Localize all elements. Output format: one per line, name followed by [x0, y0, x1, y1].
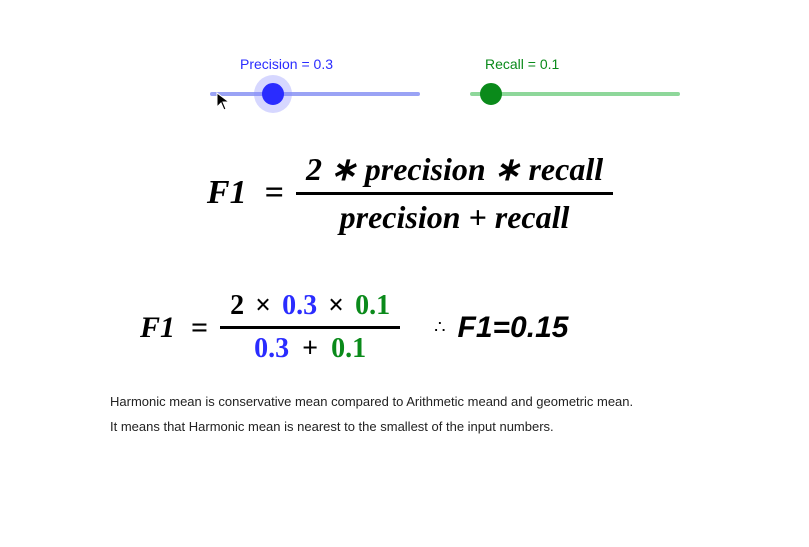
sliders-row: Precision = 0.3 Recall = 0.1: [210, 60, 680, 120]
sub-recall-den: 0.1: [331, 333, 366, 364]
f1-substitution: F1 = 2 × 0.3 × 0.1 0.3 + 0.1 ∴ F1=0.15: [140, 290, 700, 365]
recall-slider[interactable]: Recall = 0.1: [470, 60, 680, 120]
f1-result: F1=0.15: [458, 311, 569, 345]
precision-slider-label: Precision = 0.3: [240, 56, 333, 72]
sub-lhs: F1: [140, 311, 175, 345]
therefore-symbol: ∴: [434, 317, 445, 338]
f1-formula: F1 = 2 ∗ precision ∗ recall precision + …: [130, 150, 690, 236]
sub-fraction: 2 × 0.3 × 0.1 0.3 + 0.1: [220, 290, 400, 365]
formula-equals: =: [265, 174, 284, 212]
formula-lhs: F1: [207, 174, 247, 212]
sub-numerator: 2 × 0.3 × 0.1: [220, 290, 400, 322]
formula-bar: [296, 192, 613, 195]
description-line-2: It means that Harmonic mean is nearest t…: [110, 415, 730, 440]
sub-precision-den: 0.3: [254, 333, 289, 364]
precision-slider-track: [210, 92, 420, 96]
formula-denominator: precision + recall: [296, 199, 613, 236]
precision-slider-thumb[interactable]: [262, 83, 284, 105]
precision-slider[interactable]: Precision = 0.3: [210, 60, 420, 120]
sub-bar: [220, 326, 400, 329]
sub-equals: =: [191, 311, 208, 345]
formula-fraction: 2 ∗ precision ∗ recall precision + recal…: [296, 150, 613, 236]
recall-slider-thumb[interactable]: [480, 83, 502, 105]
recall-slider-label: Recall = 0.1: [485, 56, 559, 72]
sub-recall-num: 0.1: [355, 290, 390, 321]
sub-denominator: 0.3 + 0.1: [220, 333, 400, 365]
formula-numerator: 2 ∗ precision ∗ recall: [296, 150, 613, 188]
sub-precision-num: 0.3: [282, 290, 317, 321]
description-line-1: Harmonic mean is conservative mean compa…: [110, 390, 730, 415]
description-text: Harmonic mean is conservative mean compa…: [110, 390, 730, 439]
